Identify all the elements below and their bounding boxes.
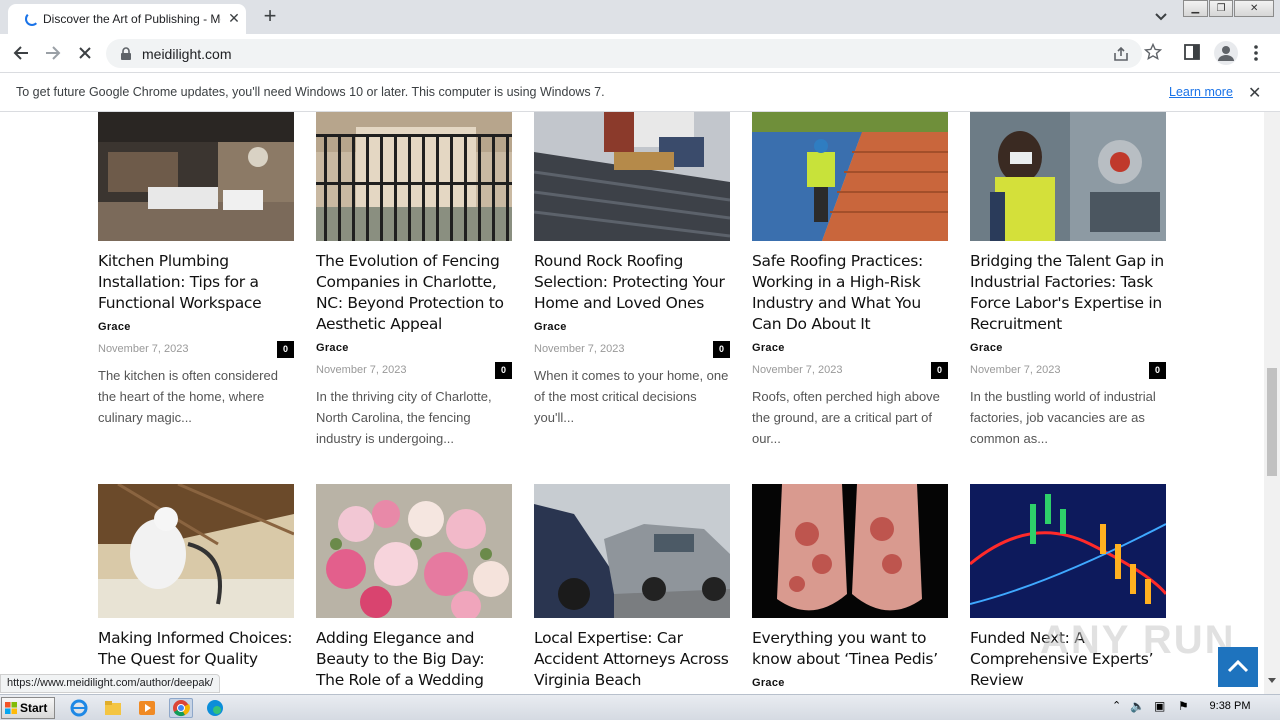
comment-count[interactable]: 0: [713, 341, 730, 358]
post-excerpt: In the bustling world of industrial fact…: [970, 389, 1156, 446]
post-date: November 7, 2023: [752, 364, 843, 376]
chevron-up-icon: [1227, 659, 1249, 673]
tray-expand-icon[interactable]: ⌃: [1112, 699, 1121, 712]
sidepanel-icon[interactable]: [1184, 44, 1200, 60]
post-title[interactable]: Kitchen Plumbing Installation: Tips for …: [98, 251, 298, 314]
new-tab-button[interactable]: +: [259, 5, 281, 28]
action-center-flag-icon[interactable]: ⚑: [1178, 699, 1189, 713]
post-thumbnail-feet[interactable]: [752, 484, 948, 618]
update-infobar: To get future Google Chrome updates, you…: [0, 72, 1280, 112]
post-title[interactable]: Round Rock Roofing Selection: Protecting…: [534, 251, 734, 314]
post-date: November 7, 2023: [98, 343, 189, 355]
post-thumbnail-trading-chart[interactable]: [970, 484, 1166, 618]
system-tray: ⌃ 🔈 ▣ ⚑: [1108, 698, 1198, 718]
post-excerpt: In the thriving city of Charlotte, North…: [316, 389, 492, 446]
post-excerpt: The kitchen is often considered the hear…: [98, 368, 278, 425]
scroll-down-arrow[interactable]: [1268, 678, 1276, 683]
start-label: Start: [20, 701, 48, 715]
start-button[interactable]: Start: [1, 697, 55, 719]
volume-icon[interactable]: 🔈: [1130, 699, 1145, 713]
scrollbar-thumb[interactable]: [1267, 368, 1277, 476]
post-title[interactable]: The Evolution of Fencing Companies in Ch…: [316, 251, 516, 335]
spinner-icon: [25, 12, 39, 26]
lock-icon[interactable]: [120, 47, 132, 61]
tab-strip: Discover the Art of Publishing - Meidili…: [0, 0, 1280, 34]
post-author[interactable]: Grace: [970, 342, 1003, 354]
minimize-button[interactable]: ▁: [1183, 0, 1208, 17]
restore-button[interactable]: ❐: [1208, 0, 1234, 17]
post-thumbnail-roofing[interactable]: [534, 112, 730, 241]
url-text: meidilight.com: [142, 46, 232, 62]
post-thumbnail-insulation[interactable]: [98, 484, 294, 618]
window-controls: ▁ ❐ ✕: [1183, 0, 1275, 18]
post-excerpt: Roofs, often perched high above the grou…: [752, 389, 940, 446]
tab-title: Discover the Art of Publishing - Meidili…: [43, 12, 221, 26]
network-icon[interactable]: ▣: [1154, 699, 1165, 713]
comment-count[interactable]: 0: [495, 362, 512, 379]
share-icon[interactable]: [1112, 45, 1130, 63]
post-thumbnail-fence[interactable]: [316, 112, 512, 241]
infobar-message: To get future Google Chrome updates, you…: [16, 85, 605, 99]
browser-toolbar: meidilight.com: [0, 34, 1280, 72]
infobar-close-icon[interactable]: ✕: [1248, 83, 1261, 103]
post-thumbnail-flowers[interactable]: [316, 484, 512, 618]
post-date: November 7, 2023: [534, 343, 625, 355]
browser-tab[interactable]: Discover the Art of Publishing - Meidili…: [8, 4, 246, 34]
post-author[interactable]: Grace: [752, 342, 785, 354]
post-title[interactable]: Everything you want to know about ‘Tinea…: [752, 628, 952, 670]
taskbar-clock[interactable]: 9:38 PM: [1200, 700, 1260, 712]
address-bar[interactable]: meidilight.com: [106, 39, 1142, 68]
post-thumbnail-roofers[interactable]: [752, 112, 948, 241]
chrome-taskbar-icon[interactable]: [169, 698, 193, 718]
forward-icon[interactable]: [42, 42, 64, 64]
post-date: November 7, 2023: [316, 364, 407, 376]
windows-taskbar: Start ⌃ 🔈 ▣ ⚑ 9:38 PM: [0, 694, 1280, 720]
post-thumbnail-factory[interactable]: [970, 112, 1166, 241]
post-thumbnail-office[interactable]: [98, 112, 294, 241]
post-author[interactable]: Grace: [316, 342, 349, 354]
post-author[interactable]: Grace: [534, 321, 567, 333]
folder-icon[interactable]: [102, 698, 124, 718]
learn-more-link[interactable]: Learn more: [1169, 85, 1233, 99]
post-thumbnail-car-accident[interactable]: [534, 484, 730, 618]
post-title[interactable]: Adding Elegance and Beauty to the Big Da…: [316, 628, 516, 694]
edge-icon[interactable]: [204, 698, 226, 718]
star-icon[interactable]: [1144, 43, 1162, 61]
stop-icon[interactable]: [74, 42, 96, 64]
page-content: Kitchen Plumbing Installation: Tips for …: [0, 112, 1264, 694]
comment-count[interactable]: 0: [277, 341, 294, 358]
profile-icon[interactable]: [1214, 41, 1238, 65]
ie-icon[interactable]: [68, 698, 90, 718]
post-title[interactable]: Bridging the Talent Gap in Industrial Fa…: [970, 251, 1170, 335]
post-author[interactable]: Grace: [98, 321, 131, 333]
watermark: ANY RUN: [1040, 618, 1236, 662]
status-url: https://www.meidilight.com/author/deepak…: [0, 674, 221, 693]
post-title[interactable]: Making Informed Choices: The Quest for Q…: [98, 628, 298, 670]
back-to-top-button[interactable]: [1218, 647, 1258, 687]
back-icon[interactable]: [10, 42, 32, 64]
menu-icon[interactable]: [1253, 44, 1259, 62]
comment-count[interactable]: 0: [931, 362, 948, 379]
post-date: November 7, 2023: [970, 364, 1061, 376]
tab-close-icon[interactable]: ✕: [226, 10, 242, 26]
vertical-scrollbar[interactable]: [1264, 112, 1280, 694]
comment-count[interactable]: 0: [1149, 362, 1166, 379]
post-title[interactable]: Safe Roofing Practices: Working in a Hig…: [752, 251, 952, 335]
window-close-button[interactable]: ✕: [1234, 0, 1274, 17]
chevron-down-icon[interactable]: [1152, 8, 1170, 26]
post-excerpt: When it comes to your home, one of the m…: [534, 368, 729, 425]
post-title[interactable]: Local Expertise: Car Accident Attorneys …: [534, 628, 734, 691]
media-player-icon[interactable]: [136, 698, 158, 718]
post-author[interactable]: Grace: [752, 677, 785, 689]
windows-logo-icon: [5, 702, 17, 714]
